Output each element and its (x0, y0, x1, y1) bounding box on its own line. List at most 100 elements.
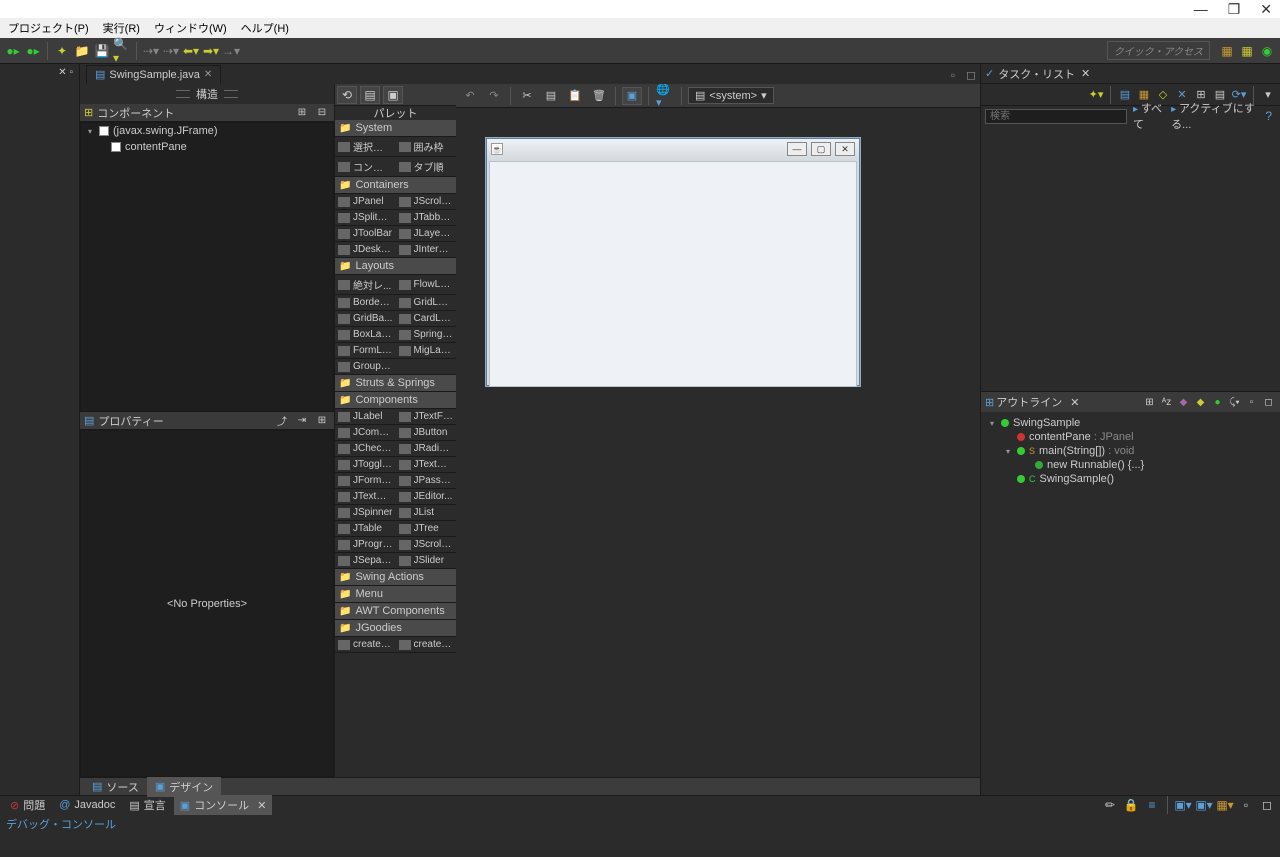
pal-btn1-icon[interactable]: ⟲ (337, 86, 357, 104)
nav-drop-icon[interactable]: ⇢▾ (142, 42, 160, 60)
save-icon[interactable]: 💾 (93, 42, 111, 60)
menu-run[interactable]: 実行(R) (103, 20, 140, 36)
palette-item[interactable]: JScrollP... (396, 194, 457, 209)
palette-item[interactable]: JLabel (335, 409, 396, 424)
palette-item[interactable]: JSlider (396, 553, 457, 568)
run-icon[interactable]: ●▸ (4, 42, 22, 60)
palette-item[interactable]: JSplitPa... (335, 210, 396, 225)
palette-item[interactable]: JDeskto... (335, 242, 396, 257)
palette-item[interactable]: JCheck... (335, 441, 396, 456)
open-icon[interactable]: 📁 (73, 42, 91, 60)
palette-item[interactable]: JButton (396, 425, 457, 440)
outline-btn5-icon[interactable]: ● (1210, 395, 1225, 409)
task-help-icon[interactable]: ? (1261, 107, 1276, 125)
paste-icon[interactable]: 📋 (565, 87, 585, 105)
outline-item-main[interactable]: ▾S main(String[]) : void (985, 444, 1276, 458)
jframe-min-icon[interactable]: — (787, 142, 807, 156)
palette-item[interactable]: JProgre... (335, 537, 396, 552)
palette-body[interactable]: 📁System 選択範囲囲み枠 コンポー...タブ順 📁Containers J… (335, 120, 456, 777)
palette-item[interactable]: JTextArea (396, 457, 457, 472)
tab-declaration[interactable]: ▤宣言 (123, 795, 171, 815)
close-tab-icon[interactable]: ✕ (204, 69, 212, 80)
jframe-max-icon[interactable]: ▢ (811, 142, 831, 156)
tree-item-jframe[interactable]: ▾ (javax.swing.JFrame) (81, 123, 333, 139)
palette-item[interactable]: JRadioB... (396, 441, 457, 456)
editor-min-icon[interactable]: ▫ (944, 66, 962, 84)
palette-item[interactable]: JComb... (335, 425, 396, 440)
outline-btn1-icon[interactable]: ⊞ (1142, 395, 1157, 409)
outline-min-icon[interactable]: ▫ (1244, 395, 1259, 409)
nav-fwd2-icon[interactable]: →▾ (222, 42, 240, 60)
palette-item[interactable]: JLayere... (396, 226, 457, 241)
palette-item[interactable]: CardLa... (396, 311, 457, 326)
palette-item[interactable]: JPanel (335, 194, 396, 209)
outline-item-field[interactable]: contentPane : JPanel (985, 430, 1276, 444)
palette-item[interactable]: 選択範囲 (335, 137, 396, 156)
menu-project[interactable]: プロジェクト(P) (8, 20, 89, 36)
redo-icon[interactable]: ↷ (484, 87, 504, 105)
console-new-icon[interactable]: ▣▾ (1195, 796, 1213, 814)
prop-btn1-icon[interactable]: ⤴ (274, 414, 290, 428)
palette-cat-awt[interactable]: 📁AWT Components (335, 603, 456, 620)
task-btn1-icon[interactable]: ▤ (1117, 87, 1133, 103)
palette-item[interactable]: MigLay... (396, 343, 457, 358)
palette-item[interactable]: createL... (335, 637, 396, 652)
outline-close-icon[interactable]: ✕ (1070, 396, 1079, 409)
menu-window[interactable]: ウィンドウ(W) (154, 20, 227, 36)
palette-item[interactable]: JEditor... (396, 489, 457, 504)
minimize-button[interactable]: — (1194, 1, 1208, 17)
outline-sort-icon[interactable]: ᴬz (1159, 395, 1174, 409)
menu-help[interactable]: ヘルプ(H) (241, 20, 289, 36)
palette-item[interactable]: JTextPa... (335, 489, 396, 504)
outline-btn3-icon[interactable]: ◆ (1176, 395, 1191, 409)
task-activate-link[interactable]: ▸ アクティブにする... (1171, 100, 1255, 132)
close-button[interactable]: ✕ (1260, 1, 1272, 18)
collapse-all-icon[interactable]: ⊟ (314, 106, 330, 120)
tab-source[interactable]: ▤ソース (84, 777, 147, 797)
left-gutter-close[interactable]: ✕ ▫ (0, 64, 79, 81)
undo-icon[interactable]: ↶ (460, 87, 480, 105)
cut-icon[interactable]: ✂ (517, 87, 537, 105)
expand-all-icon[interactable]: ⊞ (294, 106, 310, 120)
editor-tab-swingsample[interactable]: ▤ SwingSample.java ✕ (86, 65, 221, 84)
palette-item[interactable]: FlowLa... (396, 275, 457, 294)
task-all-link[interactable]: ▸ すべて (1133, 100, 1165, 132)
nav-fwd-icon[interactable]: ➡▾ (202, 42, 220, 60)
outline-item-class[interactable]: ▾ SwingSample (985, 416, 1276, 430)
tab-console[interactable]: ▣コンソール✕ (174, 795, 273, 815)
perspective-other-icon[interactable]: ◉ (1258, 42, 1276, 60)
jframe-contentpane[interactable] (489, 161, 857, 387)
preview-icon[interactable]: ▣ (622, 87, 642, 105)
palette-item[interactable]: createTi... (396, 637, 457, 652)
palette-item[interactable]: JPassw... (396, 473, 457, 488)
palette-item[interactable]: GridBa... (335, 311, 396, 326)
tasklist-close-icon[interactable]: ✕ (1081, 67, 1090, 80)
tree-item-contentpane[interactable]: contentPane (81, 139, 333, 155)
pal-btn3-icon[interactable]: ▣ (383, 86, 403, 104)
palette-item[interactable]: JFormat... (335, 473, 396, 488)
outline-btn4-icon[interactable]: ◆ (1193, 395, 1208, 409)
task-menu-icon[interactable]: ▾ (1260, 87, 1276, 103)
palette-cat-struts[interactable]: 📁Struts & Springs (335, 375, 456, 392)
console-clear-icon[interactable]: ✏ (1101, 796, 1119, 814)
task-search-input[interactable] (985, 109, 1127, 124)
palette-item[interactable]: JSepara... (335, 553, 396, 568)
outline-item-runnable[interactable]: new Runnable() {...} (985, 458, 1276, 472)
system-dropdown[interactable]: ▤ <system> ▾ (688, 87, 774, 104)
palette-cat-swingactions[interactable]: 📁Swing Actions (335, 569, 456, 586)
outline-body[interactable]: ▾ SwingSample contentPane : JPanel ▾S ma… (981, 412, 1280, 490)
palette-cat-system[interactable]: 📁System (335, 120, 456, 137)
component-tree[interactable]: ▾ (javax.swing.JFrame) contentPane (80, 122, 334, 412)
prop-btn3-icon[interactable]: ⊞ (314, 414, 330, 428)
console-close-icon[interactable]: ✕ (257, 799, 266, 812)
console-open-icon[interactable]: ▦▾ (1216, 796, 1234, 814)
outline-btn6-icon[interactable]: ⤹▾ (1227, 395, 1242, 409)
palette-item[interactable]: BoxLay... (335, 327, 396, 342)
palette-item[interactable]: JTree (396, 521, 457, 536)
tab-design[interactable]: ▣デザイン (147, 777, 221, 797)
palette-cat-containers[interactable]: 📁Containers (335, 177, 456, 194)
perspective-java-icon[interactable]: ▦ (1218, 42, 1236, 60)
palette-item[interactable]: JTabbe... (396, 210, 457, 225)
editor-max-icon[interactable]: ◻ (962, 66, 980, 84)
palette-item[interactable]: JToggle... (335, 457, 396, 472)
